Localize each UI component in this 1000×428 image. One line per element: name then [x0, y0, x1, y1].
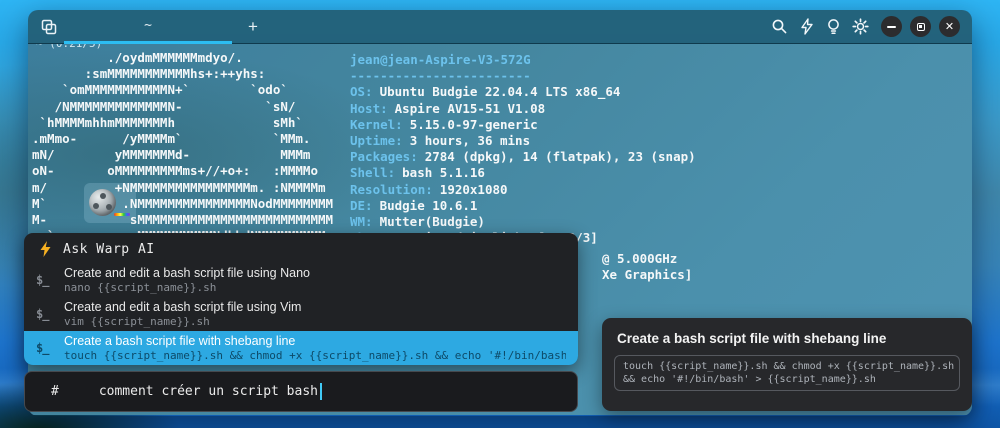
suggestion-command: touch {{script_name}}.sh && chmod +x {{s…	[64, 349, 566, 362]
minimize-icon	[887, 26, 896, 28]
suggestion-title: Create and edit a bash script file using…	[64, 300, 566, 315]
suggestion-command: vim {{script_name}}.sh	[64, 315, 566, 328]
separator-line: ------------------------	[350, 68, 696, 84]
system-info: jean@jean-Aspire-V3-572G ---------------…	[350, 50, 696, 246]
info-line-host: Host:Aspire AV15-51 V1.08	[350, 101, 696, 117]
info-line-packages: Packages:2784 (dpkg), 14 (flatpak), 23 (…	[350, 149, 696, 165]
ask-warp-ai-item[interactable]: Ask Warp AI	[24, 233, 578, 263]
info-line-os: OS:Ubuntu Budgie 22.04.4 LTS x86_64	[350, 84, 696, 100]
terminal-prompt-icon: $_	[36, 307, 54, 321]
ascii-logo: ./oydmMMMMMMmdyo/. :smMMMMMMMMMMMhs+:++y…	[32, 50, 350, 246]
command-input[interactable]: # comment créer un script bash	[24, 371, 578, 412]
detail-title: Create a bash script file with shebang l…	[602, 318, 972, 355]
lightning-icon[interactable]	[799, 18, 815, 35]
suggestion-title: Create and edit a bash script file using…	[64, 266, 566, 281]
bookmarks-icon[interactable]	[40, 18, 58, 36]
clipped-cpu-gpu-lines: @ 5.000GHz Xe Graphics]	[602, 251, 692, 283]
neofetch-output: ./oydmMMMMMMmdyo/. :smMMMMMMMMMMMhs+:++y…	[32, 50, 696, 246]
ai-suggestions-popup: Ask Warp AI $_ Create and edit a bash sc…	[24, 233, 578, 365]
info-line-wm: WM:Mutter(Budgie)	[350, 214, 696, 230]
suggestion-detail-panel: Create a bash script file with shebang l…	[602, 318, 972, 411]
tab-bar: ~ +	[28, 10, 972, 44]
new-tab-button[interactable]: +	[248, 18, 258, 35]
minimize-button[interactable]	[881, 16, 902, 37]
maximize-button[interactable]	[910, 16, 931, 37]
settings-gear-icon[interactable]	[852, 18, 869, 35]
maximize-icon	[917, 23, 925, 31]
suggestion-title: Create a bash script file with shebang l…	[64, 334, 566, 349]
command-input-text: comment créer un script bash	[99, 384, 318, 399]
search-icon[interactable]	[771, 18, 788, 35]
tab-home[interactable]: ~	[64, 10, 232, 44]
terminal-prompt-icon: $_	[36, 273, 54, 287]
close-icon: ✕	[945, 21, 954, 32]
info-line-resolution: Resolution:1920x1080	[350, 182, 696, 198]
text-caret	[320, 383, 322, 400]
ask-warp-ai-label: Ask Warp AI	[63, 242, 155, 257]
info-line-kernel: Kernel:5.15.0-97-generic	[350, 117, 696, 133]
suggestion-command: nano {{script_name}}.sh	[64, 281, 566, 294]
suggestion-nano[interactable]: $_ Create and edit a bash script file us…	[24, 263, 578, 297]
close-button[interactable]: ✕	[939, 16, 960, 37]
info-line-de: DE:Budgie 10.6.1	[350, 198, 696, 214]
info-line-shell: Shell:bash 5.1.16	[350, 165, 696, 181]
info-line-uptime: Uptime:3 hours, 36 mins	[350, 133, 696, 149]
warp-ai-bolt-icon	[39, 241, 52, 257]
tab-title: ~	[144, 18, 152, 33]
desktop: { "colors":{ "accent":"#2cbdf2","selecti…	[0, 0, 1000, 428]
host-line: jean@jean-Aspire-V3-572G	[350, 52, 696, 68]
terminal-prompt-icon: $_	[36, 341, 54, 355]
comment-hash: #	[51, 384, 59, 399]
detail-command-box: touch {{script_name}}.sh && chmod +x {{s…	[614, 355, 960, 391]
lightbulb-icon[interactable]	[826, 18, 841, 35]
suggestion-vim[interactable]: $_ Create and edit a bash script file us…	[24, 297, 578, 331]
suggestion-shebang-selected[interactable]: $_ Create a bash script file with sheban…	[24, 331, 578, 365]
